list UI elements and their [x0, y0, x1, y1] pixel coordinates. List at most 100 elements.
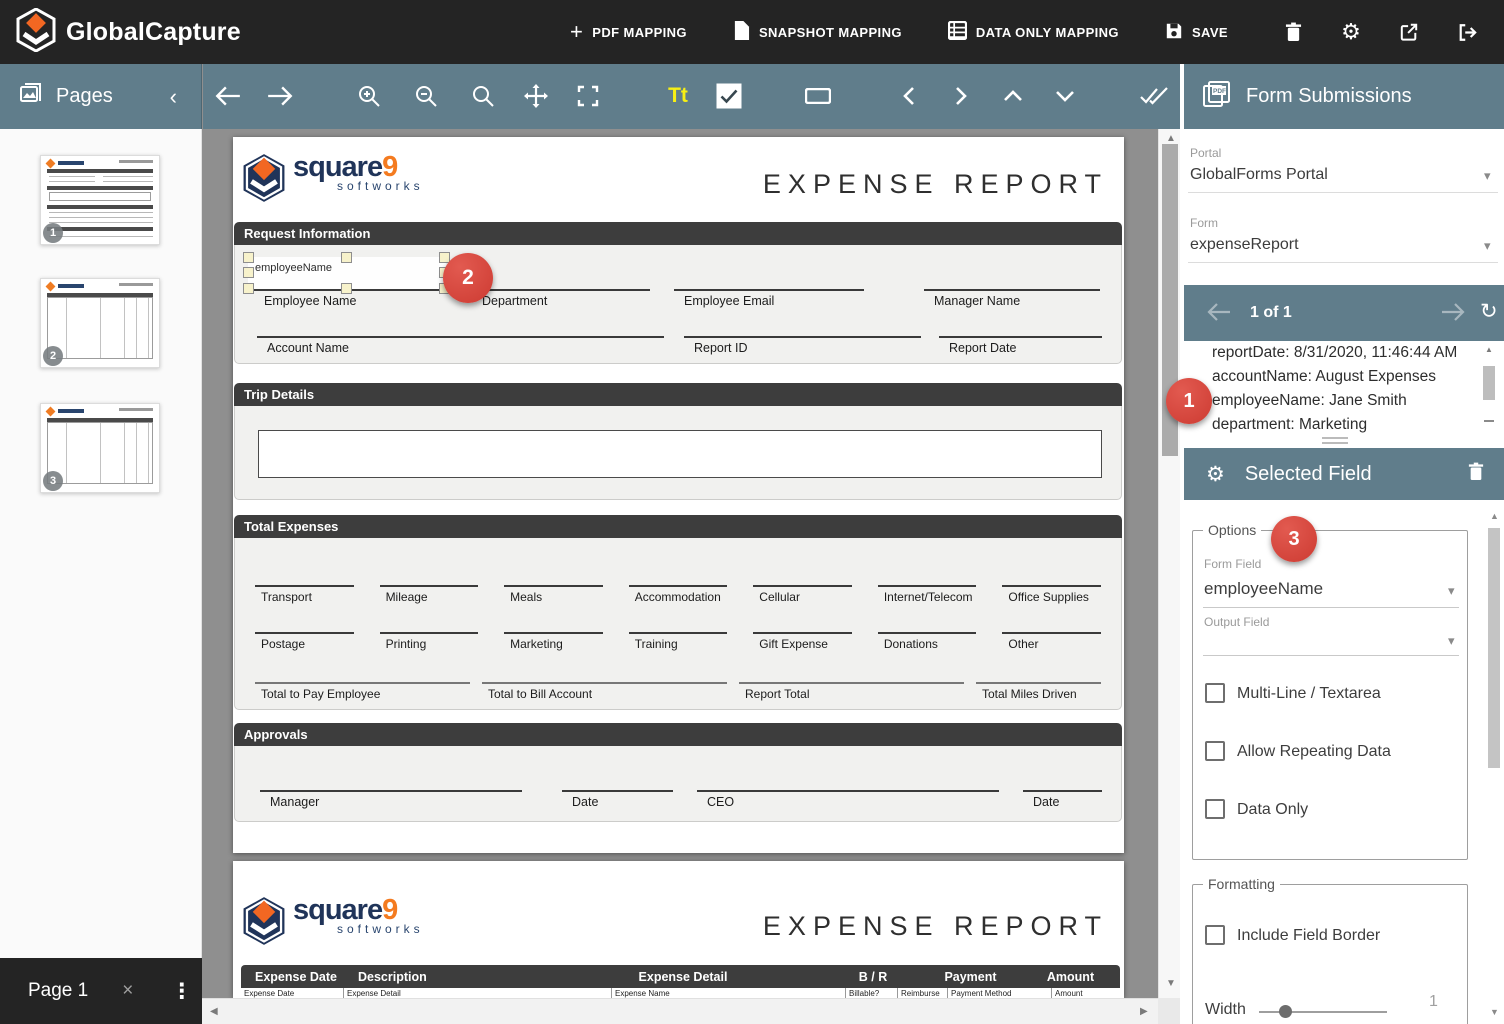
form-submissions-header: PDF Form Submissions: [1184, 64, 1504, 129]
output-field-label: Output Field: [1204, 615, 1269, 629]
document-page-1[interactable]: square9 softworks EXPENSE REPORT Request…: [233, 137, 1124, 853]
resize-handle-n[interactable]: [341, 252, 352, 263]
close-icon[interactable]: ×: [122, 980, 133, 1002]
record-line: employeeName: Jane Smith: [1184, 389, 1480, 413]
apply-all-double-check-icon[interactable]: [1139, 86, 1169, 106]
record-scrollbar-thumb[interactable]: [1483, 366, 1495, 400]
data-only-mapping-button[interactable]: DATA ONLY MAPPING: [948, 21, 1119, 43]
fullscreen-icon[interactable]: [577, 85, 599, 107]
pages-panel-header: Pages ‹: [0, 64, 202, 129]
repeating-data-checkbox[interactable]: [1205, 741, 1225, 761]
delete-field-icon[interactable]: [1468, 462, 1484, 486]
brand-name: GlobalCapture: [66, 18, 241, 47]
section-header: Approvals: [234, 723, 1122, 746]
include-field-border-label: Include Field Border: [1237, 927, 1380, 945]
chevron-left-icon[interactable]: [902, 86, 916, 106]
form-label: Form: [1190, 216, 1218, 230]
dropdown-arrow-icon[interactable]: ▾: [1448, 583, 1455, 599]
dropdown-arrow-icon[interactable]: ▾: [1484, 238, 1491, 254]
resize-handle-w[interactable]: [243, 267, 254, 278]
pan-move-icon[interactable]: [523, 83, 549, 109]
scroll-up-icon[interactable]: ▲: [1485, 346, 1493, 354]
expense-table-header: Expense Date Description Expense Detail …: [241, 965, 1120, 988]
resize-handle-sw[interactable]: [243, 283, 254, 294]
panel-scrollbar[interactable]: ▲ ▼: [1486, 504, 1502, 1024]
multiline-checkbox[interactable]: [1205, 683, 1225, 703]
square9-logo: square9 softworks: [241, 896, 424, 946]
back-arrow-icon[interactable]: [214, 85, 242, 107]
mapped-field-overlay[interactable]: employeeName: [248, 257, 446, 289]
chevron-right-icon[interactable]: [954, 86, 968, 106]
scrollbar-corner: [1158, 998, 1181, 1024]
vertical-scrollbar[interactable]: ▲ ▼: [1158, 129, 1181, 1024]
page-thumbnail-1[interactable]: 1: [40, 155, 160, 245]
pages-thumbnail-panel: 1 2 3: [0, 129, 202, 958]
chevron-up-icon[interactable]: [1003, 89, 1023, 103]
text-tool-icon[interactable]: Tt: [668, 84, 688, 108]
scroll-right-icon[interactable]: ▶: [1140, 1007, 1148, 1017]
scroll-up-icon[interactable]: ▲: [1166, 134, 1176, 144]
resize-handle-nw[interactable]: [243, 252, 254, 263]
settings-gear-icon[interactable]: ⚙: [1338, 19, 1364, 45]
section-header: Request Information: [234, 222, 1122, 245]
viewer-toolbar: Tt: [203, 64, 1180, 129]
width-slider[interactable]: [1259, 1011, 1387, 1013]
dropdown-arrow-icon[interactable]: ▾: [1448, 633, 1455, 649]
zoom-in-icon[interactable]: [357, 84, 381, 108]
refresh-icon[interactable]: ↻: [1480, 299, 1498, 324]
document-page-2[interactable]: square9 softworks EXPENSE REPORT Expense…: [233, 861, 1124, 998]
record-list-scrollbar[interactable]: ▲: [1482, 344, 1497, 430]
delete-icon[interactable]: [1280, 19, 1306, 45]
top-app-bar: GlobalCapture + PDF MAPPING SNAPSHOT MAP…: [0, 0, 1504, 64]
callout-badge-3: 3: [1271, 516, 1317, 562]
open-in-new-icon[interactable]: [1396, 19, 1422, 45]
width-slider-thumb[interactable]: [1279, 1005, 1292, 1018]
submission-record-list[interactable]: reportDate: 8/31/2020, 11:46:44 AM accou…: [1184, 341, 1480, 433]
include-field-border-checkbox[interactable]: [1205, 925, 1225, 945]
request-information-section: Request Information Employee Name Depart…: [234, 222, 1122, 364]
record-line: department: Marketing: [1184, 413, 1480, 433]
zoom-out-icon[interactable]: [414, 84, 438, 108]
checkbox-tool-icon[interactable]: [717, 84, 742, 109]
horizontal-scrollbar[interactable]: ◀ ▶: [202, 998, 1158, 1024]
topbar-actions: + PDF MAPPING SNAPSHOT MAPPING DATA ONLY…: [570, 19, 1480, 45]
page-thumbnail-3[interactable]: 3: [40, 403, 160, 493]
page-thumbnail-2[interactable]: 2: [40, 278, 160, 368]
data-only-checkbox[interactable]: [1205, 799, 1225, 819]
scroll-left-icon[interactable]: ◀: [210, 1007, 218, 1017]
scroll-down-icon[interactable]: ▼: [1490, 1008, 1499, 1017]
panel-scrollbar-thumb[interactable]: [1488, 528, 1500, 768]
prev-submission-icon[interactable]: [1206, 302, 1232, 327]
save-button[interactable]: SAVE: [1165, 22, 1228, 43]
page1-title: EXPENSE REPORT: [763, 169, 1108, 200]
record-line: accountName: August Expenses: [1184, 365, 1480, 389]
rectangle-tool-icon[interactable]: [805, 88, 831, 104]
panel-split-drag-handle[interactable]: [1184, 433, 1480, 448]
search-icon[interactable]: [471, 84, 495, 108]
form-field-select[interactable]: employeeName: [1204, 579, 1323, 599]
pages-icon: [20, 83, 44, 110]
collapse-panel-icon[interactable]: ‹: [170, 84, 177, 110]
logout-icon[interactable]: [1454, 19, 1480, 45]
callout-badge-1: 1: [1166, 378, 1212, 424]
scroll-up-icon[interactable]: ▲: [1490, 512, 1499, 521]
more-vertical-icon[interactable]: ⋮: [171, 979, 192, 1004]
record-line: reportDate: 8/31/2020, 11:46:44 AM: [1184, 341, 1480, 365]
scroll-down-icon[interactable]: ▼: [1166, 979, 1176, 989]
forward-arrow-icon[interactable]: [266, 85, 294, 107]
field-settings-gear-icon[interactable]: ⚙: [1206, 462, 1225, 487]
pdf-document-icon: PDF: [1202, 80, 1232, 113]
snapshot-mapping-button[interactable]: SNAPSHOT MAPPING: [733, 20, 902, 44]
expense-table-row: Expense Date Expense Detail Expense Name…: [241, 988, 1120, 998]
multiline-checkbox-label: Multi-Line / Textarea: [1237, 685, 1381, 703]
form-field-label: Form Field: [1204, 557, 1261, 571]
pdf-mapping-button[interactable]: + PDF MAPPING: [570, 19, 687, 45]
dropdown-arrow-icon[interactable]: ▾: [1484, 168, 1491, 184]
form-select[interactable]: expenseReport: [1190, 236, 1299, 254]
square9-logo-icon: [241, 896, 287, 946]
resize-handle-s[interactable]: [341, 283, 352, 294]
expense-row-2: Postage Printing Marketing Training Gift…: [255, 632, 1101, 651]
chevron-down-icon[interactable]: [1055, 89, 1075, 103]
portal-select[interactable]: GlobalForms Portal: [1190, 166, 1328, 184]
next-submission-icon[interactable]: [1440, 302, 1466, 327]
